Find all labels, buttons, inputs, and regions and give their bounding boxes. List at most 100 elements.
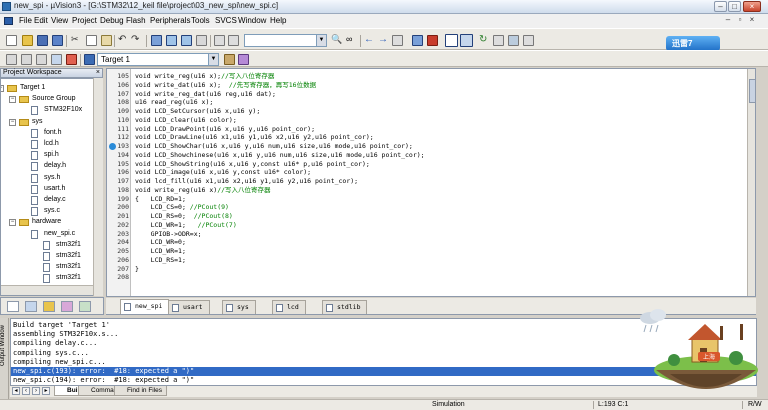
- code-line[interactable]: { LCD_RD=1;: [135, 195, 186, 204]
- code-line[interactable]: void LCD_image(u16 x,u16 y,const u16* co…: [135, 168, 311, 177]
- compile-icon[interactable]: [6, 54, 17, 65]
- files-tab-icon[interactable]: [7, 301, 19, 312]
- prev-bookmark-icon[interactable]: [166, 35, 177, 46]
- editor-vertical-scrollbar[interactable]: [747, 69, 755, 296]
- output-line[interactable]: assembling STM32F10x.s...: [13, 330, 118, 339]
- target-select[interactable]: Target 1 ▼: [97, 53, 219, 66]
- tools-icon[interactable]: [508, 35, 519, 46]
- window-layout-2-icon[interactable]: [460, 34, 473, 47]
- stop-build-icon[interactable]: [66, 54, 77, 65]
- menu-view[interactable]: View: [51, 16, 68, 25]
- code-line[interactable]: void LCD_clear(u16 color);: [135, 116, 237, 125]
- menu-edit[interactable]: Edit: [34, 16, 48, 25]
- rebuild-icon[interactable]: [36, 54, 47, 65]
- menu-flash[interactable]: Flash: [126, 16, 146, 25]
- menu-svcs[interactable]: SVCS: [215, 16, 237, 25]
- tab-usart[interactable]: usart: [168, 300, 210, 314]
- menu-debug[interactable]: Debug: [100, 16, 124, 25]
- chevron-down-icon[interactable]: ▼: [316, 35, 326, 46]
- last-tab-icon[interactable]: ▸: [42, 387, 50, 395]
- new-file-icon[interactable]: [6, 35, 17, 46]
- xunlei-button[interactable]: 迅雷7: [666, 36, 720, 51]
- tab-new-spi[interactable]: new_spi: [120, 299, 170, 314]
- undo-icon[interactable]: ↶: [118, 35, 129, 46]
- code-line[interactable]: void LCD_ShowChar(u16 x,u16 y,u16 num,u1…: [135, 142, 413, 151]
- templates-tab-icon[interactable]: [79, 301, 91, 312]
- code-line[interactable]: LCD_CS=0; //PCout(9): [135, 203, 229, 212]
- code-line[interactable]: LCD_WR=0;: [135, 238, 186, 247]
- paste-icon[interactable]: [101, 35, 112, 46]
- back-icon[interactable]: ←: [364, 35, 375, 46]
- minimize-button[interactable]: –: [714, 1, 727, 12]
- output-line[interactable]: compiling new_spi.c...: [13, 358, 106, 367]
- code-line[interactable]: void LCD_DrawPoint(u16 x,u16 y,u16 point…: [135, 125, 315, 134]
- bookmark-icon[interactable]: [151, 35, 162, 46]
- tab-lcd[interactable]: lcd: [272, 300, 306, 314]
- functions-tab-icon[interactable]: [61, 301, 73, 312]
- weather-widget[interactable]: 上海: [636, 308, 768, 406]
- workspace-close-icon[interactable]: ×: [96, 69, 100, 77]
- tree-horizontal-scrollbar[interactable]: [1, 285, 93, 295]
- forward-icon[interactable]: →: [378, 35, 389, 46]
- run-icon[interactable]: ↻: [479, 35, 490, 46]
- tree-vertical-scrollbar[interactable]: [93, 78, 103, 296]
- download-icon[interactable]: [84, 54, 95, 65]
- mdi-minimize-icon[interactable]: –: [723, 15, 733, 25]
- save-icon[interactable]: [37, 35, 48, 46]
- menu-tools[interactable]: Tools: [191, 16, 210, 25]
- code-line[interactable]: void write_reg(u16 x);//写入八位寄存器: [135, 72, 274, 81]
- prev-tab-icon[interactable]: ‹: [22, 387, 30, 395]
- code-line[interactable]: u16 read_reg(u16 x);: [135, 98, 213, 107]
- indent-icon[interactable]: [214, 35, 225, 46]
- books-tab-icon[interactable]: [43, 301, 55, 312]
- tab-stdlib[interactable]: stdlib: [322, 300, 368, 314]
- close-button[interactable]: ×: [743, 1, 761, 12]
- browse-icon[interactable]: [392, 35, 403, 46]
- menu-file[interactable]: File: [19, 16, 32, 25]
- menu-peripherals[interactable]: Peripherals: [150, 16, 190, 25]
- binoculars-icon[interactable]: ∞: [346, 35, 357, 46]
- output-line[interactable]: compiling sys.c...: [13, 349, 89, 358]
- save-all-icon[interactable]: [52, 35, 63, 46]
- build-icon[interactable]: [21, 54, 32, 65]
- next-tab-icon[interactable]: ›: [32, 387, 40, 395]
- code-line[interactable]: LCD_RS=0; //PCout(8): [135, 212, 233, 221]
- maximize-button[interactable]: □: [728, 1, 741, 12]
- next-bookmark-icon[interactable]: [181, 35, 192, 46]
- target-options-icon[interactable]: [224, 54, 235, 65]
- menu-project[interactable]: Project: [72, 16, 97, 25]
- first-tab-icon[interactable]: ◂: [12, 387, 20, 395]
- code-line[interactable]: void LCD_SetCursor(u16 x,u16 y);: [135, 107, 260, 116]
- file-extensions-icon[interactable]: [238, 54, 249, 65]
- regs-tab-icon[interactable]: [25, 301, 37, 312]
- code-line[interactable]: void write_dat(u16 x); //先写寄存器，再写16位数据: [135, 81, 316, 90]
- debug-window-icon[interactable]: [412, 35, 423, 46]
- code-line[interactable]: LCD_WR=1;: [135, 247, 186, 256]
- menu-window[interactable]: Window: [238, 16, 266, 25]
- code-line[interactable]: void write_reg(u16 x)//写入八位寄存器: [135, 186, 271, 195]
- unindent-icon[interactable]: [228, 35, 239, 46]
- find-icon[interactable]: 🔍: [331, 35, 342, 46]
- clear-bookmarks-icon[interactable]: [196, 35, 207, 46]
- code-line[interactable]: void LCD_DrawLine(u16 x1,u16 y1,u16 x2,u…: [135, 133, 374, 142]
- config-icon[interactable]: [493, 35, 504, 46]
- code-line[interactable]: }: [135, 265, 139, 274]
- code-line[interactable]: void LCD_ShowString(u16 x,u16 y,const u1…: [135, 160, 370, 169]
- settings-icon[interactable]: [523, 35, 534, 46]
- tab-sys[interactable]: sys: [222, 300, 256, 314]
- redo-icon[interactable]: ↷: [131, 35, 142, 46]
- find-combo[interactable]: ▼: [244, 34, 327, 47]
- chevron-down-icon[interactable]: ▼: [208, 54, 218, 65]
- cut-icon[interactable]: ✂: [71, 35, 82, 46]
- open-folder-icon[interactable]: [22, 35, 33, 46]
- output-line[interactable]: Build target 'Target 1': [13, 321, 110, 330]
- code-line[interactable]: GPIOB->ODR=x;: [135, 230, 202, 239]
- expand-toggle-icon[interactable]: −: [1, 85, 4, 92]
- menu-help[interactable]: Help: [270, 16, 286, 25]
- expand-toggle-icon[interactable]: −: [9, 219, 16, 227]
- code-line[interactable]: LCD_WR=1; //PCout(7): [135, 221, 237, 230]
- debug-stop-icon[interactable]: [427, 35, 438, 46]
- expand-toggle-icon[interactable]: −: [9, 118, 16, 126]
- copy-icon[interactable]: [86, 35, 97, 46]
- code-editor[interactable]: 105 106 107 108 109 110 111 112 193 194 195 196 197 1…: [106, 68, 756, 297]
